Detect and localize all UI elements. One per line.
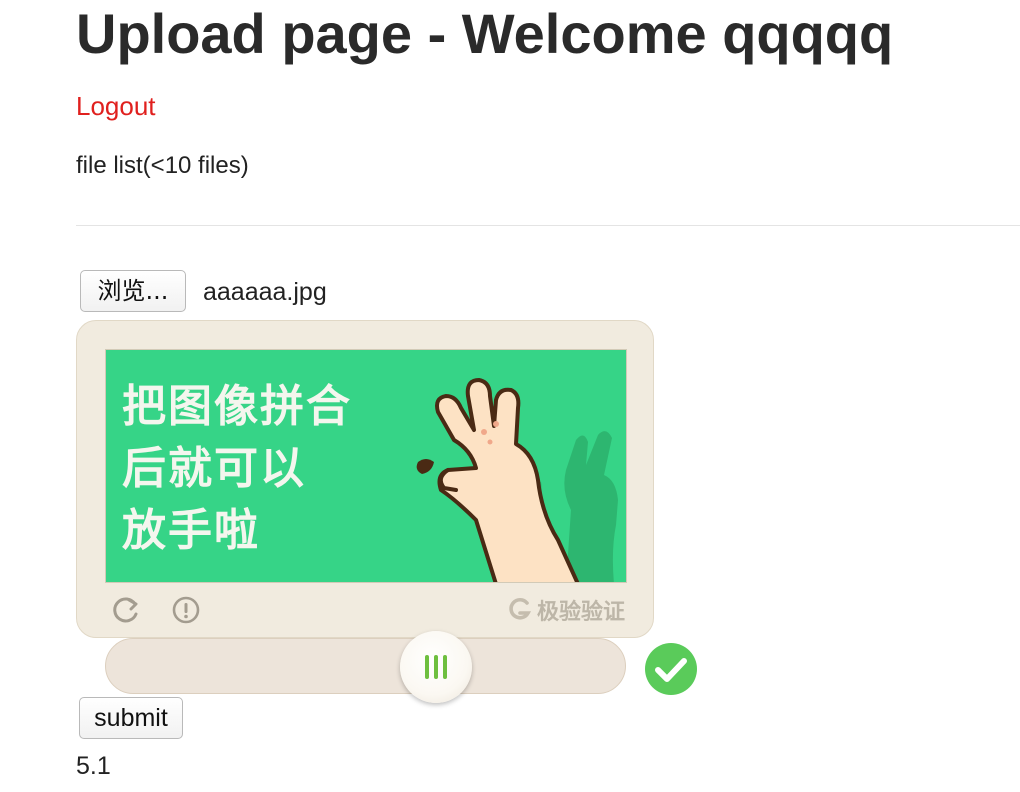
upload-page: Upload page - Welcome qqqqq Logout file … bbox=[0, 0, 1020, 792]
captcha-instruction: 把图像拼合 后就可以 放手啦 bbox=[122, 376, 352, 562]
slider-grip-icon bbox=[425, 655, 447, 679]
captcha-instruction-line: 把图像拼合 bbox=[122, 381, 352, 432]
hand-illustration bbox=[416, 378, 618, 582]
info-icon[interactable] bbox=[171, 595, 201, 625]
refresh-icon[interactable] bbox=[111, 595, 141, 625]
slider-track[interactable] bbox=[105, 638, 626, 694]
geetest-brand: 极验验证 bbox=[507, 597, 625, 625]
submit-button[interactable]: submit bbox=[79, 697, 183, 739]
logout-link[interactable]: Logout bbox=[76, 90, 156, 122]
captcha-image: 把图像拼合 后就可以 放手啦 bbox=[105, 349, 627, 583]
version-label: 5.1 bbox=[76, 752, 111, 780]
captcha-instruction-line: 放手啦 bbox=[122, 505, 260, 556]
browse-button[interactable]: 浏览... bbox=[80, 270, 186, 312]
geetest-logo-icon bbox=[509, 597, 532, 620]
captcha-widget: 把图像拼合 后就可以 放手啦 极验验证 bbox=[76, 320, 654, 638]
divider bbox=[76, 225, 1020, 226]
page-title: Upload page - Welcome qqqqq bbox=[76, 2, 894, 65]
checkmark-icon bbox=[645, 643, 697, 695]
selected-file-name: aaaaaa.jpg bbox=[203, 278, 327, 306]
brand-text: 极验验证 bbox=[536, 600, 625, 625]
captcha-instruction-line: 后就可以 bbox=[122, 443, 306, 494]
slider-knob[interactable] bbox=[400, 631, 472, 703]
captcha-footer: 极验验证 bbox=[105, 589, 627, 629]
file-list-label: file list(<10 files) bbox=[76, 152, 249, 179]
